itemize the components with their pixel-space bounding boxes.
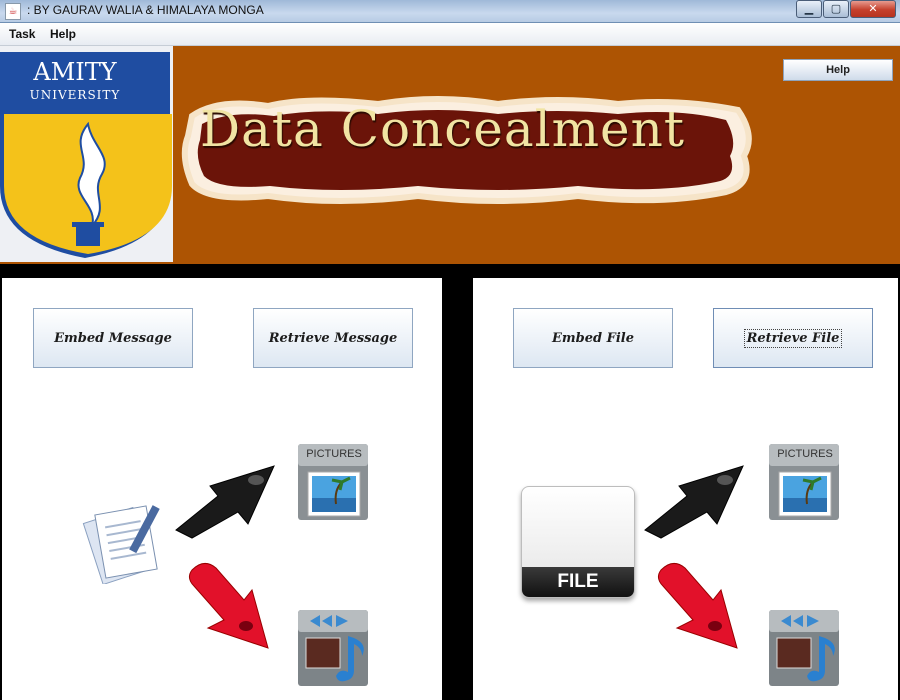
window-title: : BY GAURAV WALIA & HIMALAYA MONGA [27, 3, 264, 17]
embed-file-button[interactable]: Embed File [513, 308, 673, 368]
media-folder-icon [769, 610, 839, 686]
logo-title: AMITY [33, 58, 117, 86]
embed-message-label: Embed Message [54, 330, 172, 346]
file-icon: FILE [521, 486, 635, 598]
retrieve-message-button[interactable]: Retrieve Message [253, 308, 413, 368]
retrieve-file-label: Retrieve File [743, 328, 843, 348]
java-app-icon: ☕ [5, 3, 21, 20]
menu-bar: Task Help [0, 23, 900, 46]
app-heading: Data Concealment [200, 100, 685, 158]
embed-file-label: Embed File [551, 330, 635, 346]
menu-task[interactable]: Task [9, 27, 35, 41]
embed-message-button[interactable]: Embed Message [33, 308, 193, 368]
help-button[interactable]: Help [783, 59, 893, 81]
document-icon [82, 505, 160, 584]
message-panel: Embed Message Retrieve Message PICTURES [2, 278, 442, 700]
logo-subtitle: UNIVERSITY [29, 88, 121, 102]
title-bar: ☕ : BY GAURAV WALIA & HIMALAYA MONGA ▁ ▢… [0, 0, 900, 23]
file-icon-label: FILE [522, 567, 634, 597]
menu-help[interactable]: Help [50, 27, 76, 41]
red-arrow-icon [657, 563, 738, 649]
black-arrow-icon [644, 465, 744, 539]
minimize-button[interactable]: ▁ [796, 0, 822, 18]
header-banner: AMITY UNIVERSITY Data Concealment Help [0, 46, 900, 264]
amity-logo: AMITY UNIVERSITY [0, 46, 173, 262]
retrieve-message-label: Retrieve Message [268, 330, 398, 346]
retrieve-file-button[interactable]: Retrieve File [713, 308, 873, 368]
media-folder-icon [298, 610, 368, 686]
red-arrow-icon [188, 563, 269, 649]
file-panel: Embed File Retrieve File FILE PICTURES [473, 278, 898, 700]
maximize-button[interactable]: ▢ [823, 0, 849, 18]
black-arrow-icon [175, 465, 275, 539]
pictures-label: PICTURES [777, 448, 833, 460]
pictures-label: PICTURES [306, 448, 362, 460]
close-button[interactable]: ✕ [850, 0, 896, 18]
